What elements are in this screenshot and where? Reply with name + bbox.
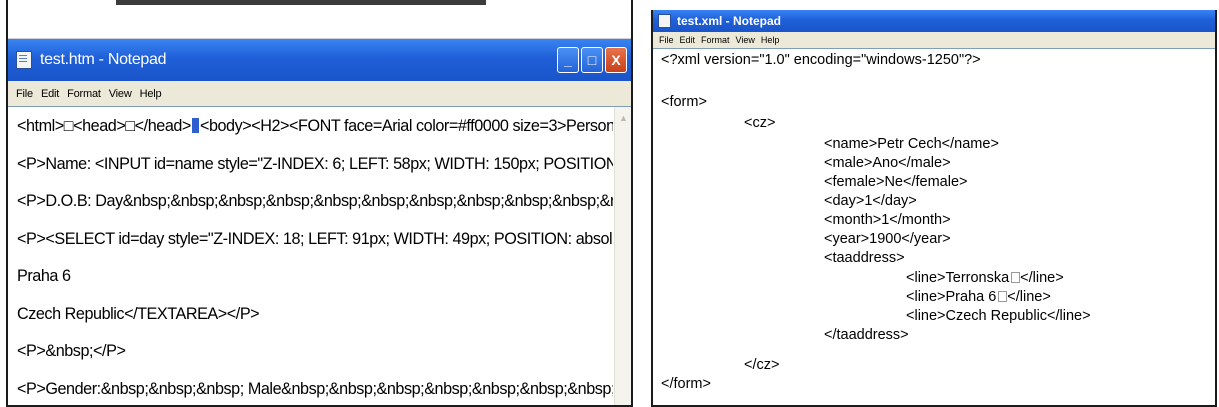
minimize-button[interactable]: _: [557, 47, 579, 73]
notepad-icon: [16, 51, 32, 69]
editor-line: <line>Czech Republic</line>: [906, 308, 1091, 324]
vertical-scrollbar[interactable]: ▲: [614, 107, 631, 405]
background-window-strip: [8, 0, 631, 39]
editor-line: <female>Ne</female>: [824, 174, 968, 190]
editor-line: <line>Terronska </line>: [906, 270, 1064, 286]
menu-edit[interactable]: Edit: [680, 35, 696, 45]
editor-line: </form>: [661, 376, 711, 392]
editor-line: <day>1</day>: [824, 193, 917, 209]
menu-help[interactable]: Help: [761, 35, 780, 45]
unknown-char-box: [1011, 272, 1021, 283]
editor-line: <html>□<head>□</head> <body><H2><FONT fac…: [17, 117, 613, 135]
editor-line: Praha 6: [17, 267, 71, 285]
editor-line: <line>Praha 6 </line>: [906, 289, 1051, 305]
editor-line: <form>: [661, 94, 707, 110]
editor-line: <P>Name: <INPUT id=name style="Z-INDEX: …: [17, 154, 613, 173]
text-editor-area[interactable]: <?xml version="1.0" encoding="windows-12…: [653, 48, 1215, 405]
notepad-icon: [658, 14, 671, 28]
editor-line: <?xml version="1.0" encoding="windows-12…: [661, 52, 981, 68]
text-caret: [191, 118, 199, 133]
title-bar[interactable]: test.xml - Notepad: [653, 10, 1215, 32]
notepad-window-htm: test.htm - Notepad _ □ X File Edit Forma…: [6, 0, 633, 407]
editor-line: </taaddress>: [824, 327, 909, 343]
unknown-char-box: [998, 291, 1008, 302]
menu-bar: File Edit Format View Help: [653, 32, 1215, 48]
maximize-button[interactable]: □: [581, 47, 603, 73]
editor-line: <taaddress>: [824, 250, 905, 266]
menu-help[interactable]: Help: [140, 88, 162, 100]
text-editor-area[interactable]: <html>□<head>□</head> <body><H2><FONT fac…: [8, 106, 631, 405]
editor-line: <P>Gender:&nbsp;&nbsp;&nbsp; Male&nbsp;&…: [17, 379, 613, 398]
editor-line: <P>D.O.B: Day&nbsp;&nbsp;&nbsp;&nbsp;&nb…: [17, 192, 613, 210]
menu-file[interactable]: File: [16, 88, 33, 100]
window-title: test.xml - Notepad: [677, 14, 782, 28]
editor-line: <year>1900</year>: [824, 231, 951, 247]
scroll-up-icon[interactable]: ▲: [619, 113, 629, 123]
editor-line: <P>&nbsp;</P>: [17, 342, 126, 360]
title-bar[interactable]: test.htm - Notepad _ □ X: [8, 39, 631, 81]
editor-line: <name>Petr Cech</name>: [824, 136, 999, 152]
menu-file[interactable]: File: [659, 35, 674, 45]
editor-line: <P><SELECT id=day style="Z-INDEX: 18; LE…: [17, 229, 613, 248]
menu-format[interactable]: Format: [701, 35, 730, 45]
editor-line: <cz>: [744, 115, 776, 131]
close-button[interactable]: X: [605, 47, 627, 73]
editor-line: Czech Republic</TEXTAREA></P>: [17, 304, 260, 323]
notepad-window-xml: test.xml - Notepad File Edit Format View…: [651, 10, 1217, 407]
menu-bar: File Edit Format View Help: [8, 81, 631, 107]
menu-format[interactable]: Format: [67, 88, 101, 100]
window-title: test.htm - Notepad: [40, 51, 167, 68]
menu-edit[interactable]: Edit: [41, 88, 59, 100]
editor-line: </cz>: [744, 357, 780, 373]
editor-line: <male>Ano</male>: [824, 155, 951, 171]
menu-view[interactable]: View: [736, 35, 755, 45]
editor-line: <month>1</month>: [824, 212, 951, 228]
menu-view[interactable]: View: [109, 88, 132, 100]
